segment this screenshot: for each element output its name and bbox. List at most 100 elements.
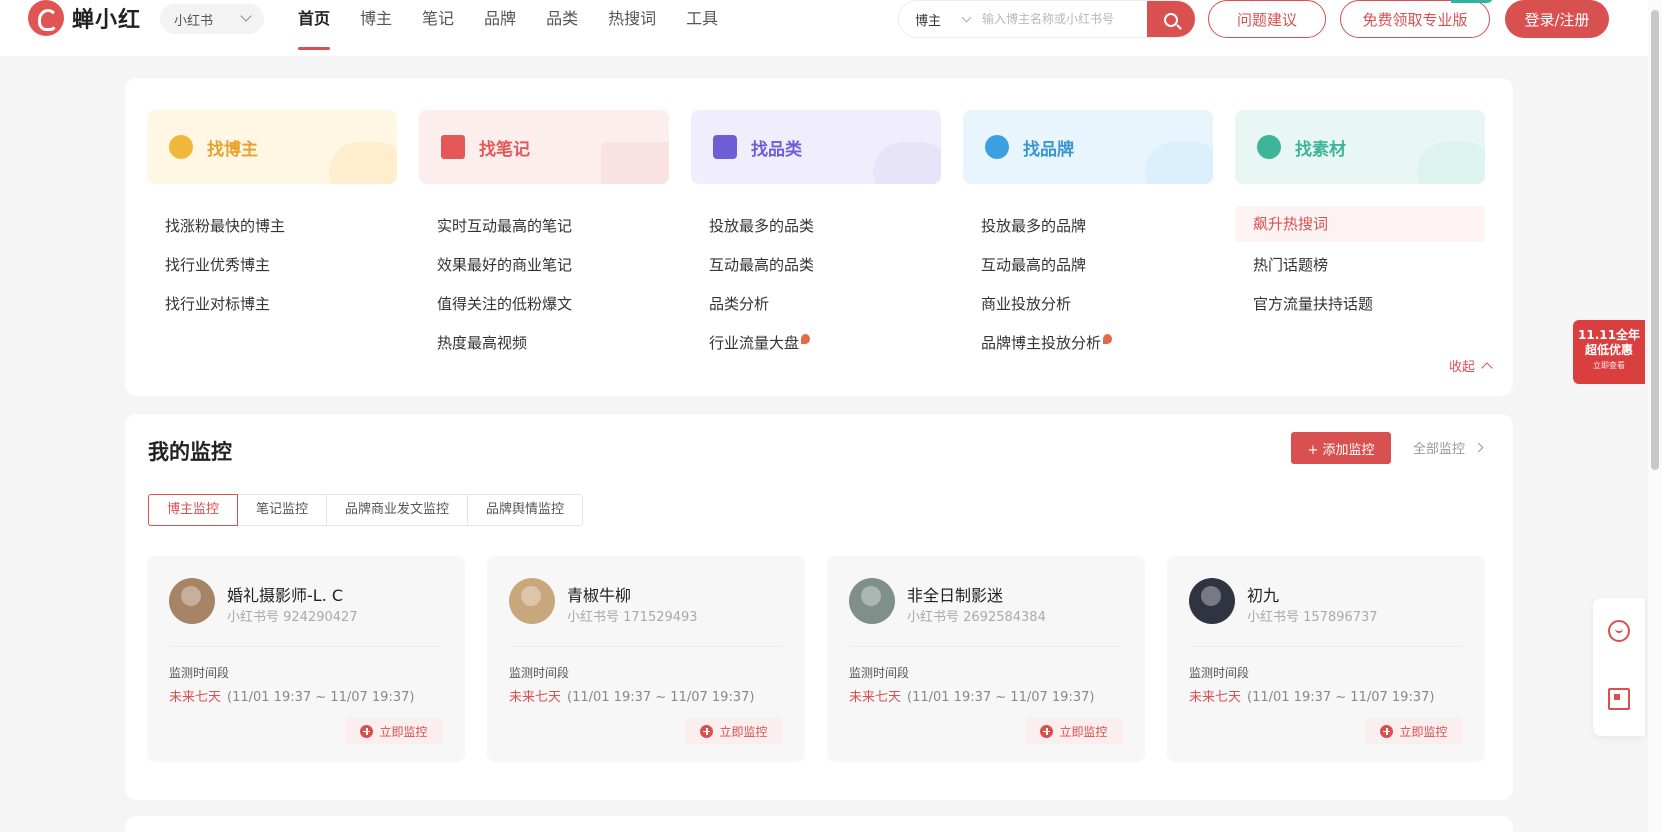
- blogger-name[interactable]: 非全日制影迷: [907, 582, 1003, 606]
- floating-toolbar: [1593, 598, 1645, 736]
- scrollbar-thumb[interactable]: [1651, 10, 1659, 470]
- free-pro-label: 免费领取专业版: [1362, 10, 1468, 29]
- category-find-brands: 找品牌 投放最多的品牌 互动最高的品牌 商业投放分析 品牌博主投放分析: [963, 110, 1213, 362]
- divider: [849, 646, 1123, 647]
- menu-item-tools[interactable]: 工具: [686, 0, 718, 40]
- plus-circle-icon: [1380, 724, 1394, 738]
- divider: [1189, 646, 1463, 647]
- plus-circle-icon: [700, 724, 714, 738]
- avatar[interactable]: [849, 578, 895, 624]
- period-range: 未来七天 (11/01 19:37 ~ 11/07 19:37): [849, 690, 1095, 705]
- start-monitor-button[interactable]: 立即监控: [345, 718, 443, 744]
- period-range: 未来七天 (11/01 19:37 ~ 11/07 19:37): [509, 690, 755, 705]
- menu-item-brands[interactable]: 品牌: [484, 0, 516, 40]
- feedback-button[interactable]: 问题建议: [1208, 0, 1326, 38]
- category-header[interactable]: 找品类: [691, 110, 941, 184]
- blogger-id: 小红书号 157896737: [1247, 610, 1378, 625]
- avatar[interactable]: [509, 578, 555, 624]
- monitor-card: 初九 小红书号 157896737 监测时间段 未来七天 (11/01 19:37…: [1167, 556, 1485, 762]
- avatar[interactable]: [169, 578, 215, 624]
- category-find-materials: 找素材 飙升热搜词 热门话题榜 官方流量扶持话题: [1235, 110, 1485, 323]
- category-header[interactable]: 找博主: [147, 110, 397, 184]
- promo-line: 超低优惠: [1584, 343, 1633, 357]
- hot-icon: [1103, 333, 1113, 344]
- category-header[interactable]: 找笔记: [419, 110, 669, 184]
- blogger-name[interactable]: 婚礼摄影师-L. C: [227, 582, 343, 606]
- category-link[interactable]: 实时互动最高的笔记: [419, 206, 669, 245]
- category-header[interactable]: 找素材: [1235, 110, 1485, 184]
- blogger-id: 小红书号 2692584384: [907, 610, 1046, 625]
- hot-icon: [801, 333, 811, 344]
- tab-blogger-monitor[interactable]: 博主监控: [148, 494, 239, 526]
- search-type-select[interactable]: 博主: [899, 10, 959, 29]
- chevron-down-icon: [240, 10, 252, 22]
- pro-badge: [1451, 0, 1493, 3]
- logo-text: 蝉小红: [72, 8, 142, 33]
- category-link[interactable]: 官方流量扶持话题: [1235, 284, 1485, 323]
- search-icon: [1164, 13, 1178, 27]
- blogger-name[interactable]: 青椒牛柳: [567, 582, 631, 606]
- chevron-up-icon: [1481, 361, 1493, 374]
- period-range: 未来七天 (11/01 19:37 ~ 11/07 19:37): [1189, 690, 1435, 705]
- scrollbar[interactable]: [1648, 0, 1662, 832]
- category-link[interactable]: 值得关注的低粉爆文: [419, 284, 669, 323]
- promo-banner[interactable]: 11.11全年 超低优惠 立即查看: [1573, 320, 1645, 384]
- customer-service-icon[interactable]: [1608, 620, 1630, 642]
- category-link[interactable]: 找行业对标博主: [147, 284, 397, 323]
- category-link[interactable]: 互动最高的品类: [691, 245, 941, 284]
- category-link[interactable]: 热度最高视频: [419, 323, 669, 362]
- brand-icon: [985, 135, 1009, 159]
- monitor-panel: 我的监控 + 添加监控 全部监控 博主监控 笔记监控 品牌商业发文监控 品牌舆情…: [125, 414, 1513, 800]
- search-button[interactable]: [1147, 1, 1195, 37]
- all-monitors-label: 全部监控: [1413, 442, 1466, 457]
- category-header[interactable]: 找品牌: [963, 110, 1213, 184]
- monitor-title: 我的监控: [148, 440, 232, 464]
- blogger-name[interactable]: 初九: [1247, 582, 1279, 606]
- tab-brand-commercial-monitor[interactable]: 品牌商业发文监控: [327, 495, 469, 525]
- category-link[interactable]: 品类分析: [691, 284, 941, 323]
- logo[interactable]: 蝉小红: [28, 0, 141, 36]
- menu-item-hot-search[interactable]: 热搜词: [608, 0, 656, 40]
- platform-select[interactable]: 小红书: [160, 4, 264, 34]
- avatar[interactable]: [1189, 578, 1235, 624]
- free-pro-button[interactable]: 免费领取专业版: [1340, 0, 1493, 38]
- menu-item-categories[interactable]: 品类: [546, 0, 578, 40]
- category-panel: 找博主 找涨粉最快的博主 找行业优秀博主 找行业对标博主 找笔记 实时互动最高的…: [125, 78, 1513, 396]
- add-monitor-button[interactable]: + 添加监控: [1291, 432, 1391, 464]
- monitor-tabs: 博主监控 笔记监控 品牌商业发文监控 品牌舆情监控: [148, 494, 584, 526]
- category-title: 找素材: [1295, 139, 1346, 160]
- category-link[interactable]: 投放最多的品类: [691, 206, 941, 245]
- collapse-button[interactable]: 收起: [1448, 356, 1493, 375]
- tab-note-monitor[interactable]: 笔记监控: [238, 495, 328, 525]
- all-monitors-link[interactable]: 全部监控: [1413, 438, 1484, 457]
- category-title: 找品类: [751, 139, 802, 160]
- category-find-bloggers: 找博主 找涨粉最快的博主 找行业优秀博主 找行业对标博主: [147, 110, 397, 323]
- category-link[interactable]: 商业投放分析: [963, 284, 1213, 323]
- menu-item-home[interactable]: 首页: [298, 0, 331, 50]
- note-icon: [441, 135, 465, 159]
- qr-code-icon[interactable]: [1608, 688, 1630, 710]
- category-link[interactable]: 投放最多的品牌: [963, 206, 1213, 245]
- category-link[interactable]: 飙升热搜词: [1235, 206, 1485, 242]
- store-icon: [713, 135, 737, 159]
- category-link[interactable]: 找行业优秀博主: [147, 245, 397, 284]
- start-monitor-button[interactable]: 立即监控: [1025, 718, 1123, 744]
- tab-brand-sentiment-monitor[interactable]: 品牌舆情监控: [468, 495, 582, 525]
- category-link-label: 行业流量大盘: [709, 333, 800, 352]
- category-link[interactable]: 互动最高的品牌: [963, 245, 1213, 284]
- search-input[interactable]: [982, 12, 1150, 26]
- category-link[interactable]: 找涨粉最快的博主: [147, 206, 397, 245]
- login-button[interactable]: 登录/注册: [1505, 0, 1609, 38]
- platform-label: 小红书: [174, 13, 214, 29]
- top-navbar: 蝉小红 小红书 首页 博主 笔记 品牌 品类 热搜词 工具 博主 问题建议 免费…: [0, 0, 1648, 56]
- menu-item-notes[interactable]: 笔记: [422, 0, 454, 40]
- menu-item-bloggers[interactable]: 博主: [360, 0, 392, 40]
- category-link[interactable]: 品牌博主投放分析: [963, 323, 1213, 362]
- collapse-label: 收起: [1448, 360, 1475, 375]
- category-link[interactable]: 行业流量大盘: [691, 323, 941, 362]
- blogger-id: 小红书号 171529493: [567, 610, 698, 625]
- start-monitor-button[interactable]: 立即监控: [1365, 718, 1463, 744]
- start-monitor-button[interactable]: 立即监控: [685, 718, 783, 744]
- category-link[interactable]: 热门话题榜: [1235, 245, 1485, 284]
- category-link[interactable]: 效果最好的商业笔记: [419, 245, 669, 284]
